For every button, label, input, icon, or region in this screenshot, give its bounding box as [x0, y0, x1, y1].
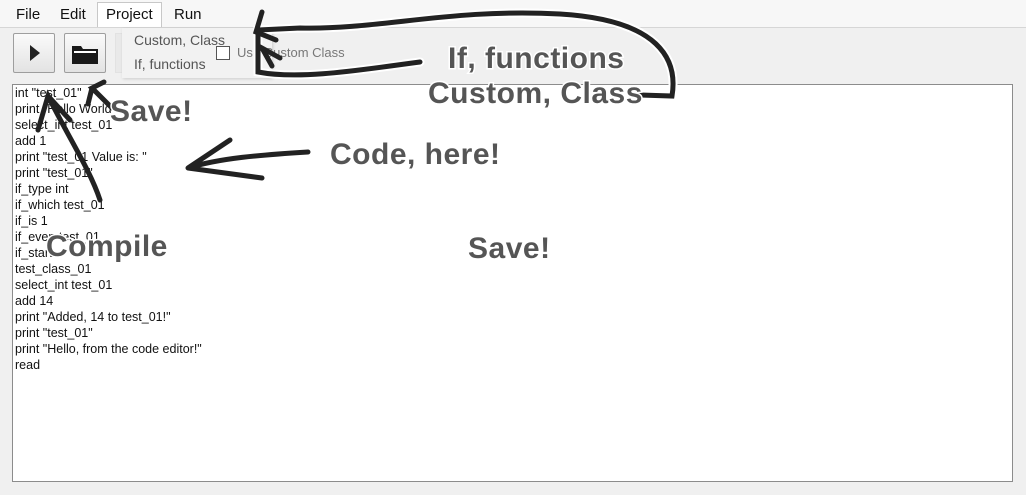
menu-edit[interactable]: Edit	[52, 2, 94, 28]
code-line: print "Hello, from the code editor!"	[15, 342, 202, 356]
code-line: int "test_01"	[15, 86, 82, 100]
use-custom-class-checkbox[interactable]	[216, 46, 230, 60]
dropdown-item-custom-class[interactable]: Custom, Class	[134, 32, 225, 48]
code-line: test_class_01	[15, 262, 92, 276]
code-line: if_even test_01	[15, 230, 100, 244]
code-line: if_is 1	[15, 214, 48, 228]
code-line: if_type int	[15, 182, 69, 196]
code-editor[interactable]: int "test_01"print "Hello World" select_i…	[12, 84, 1013, 482]
play-icon	[30, 45, 40, 61]
checkbox-label: Use Custom Class	[237, 45, 345, 60]
folder-icon	[72, 46, 98, 64]
code-line: print "Added, 14 to test_01!"	[15, 310, 171, 324]
menu-file[interactable]: File	[8, 2, 48, 28]
dropdown-item-if-functions[interactable]: If, functions	[134, 56, 206, 72]
code-line: print "test_01 Value is: "	[15, 150, 147, 164]
run-button[interactable]	[13, 33, 55, 73]
code-line: add 1	[15, 134, 47, 148]
code-line: print "test_01"	[15, 326, 93, 340]
menu-run[interactable]: Run	[166, 2, 210, 28]
code-line: print "Hello World"	[15, 102, 117, 116]
menu-project[interactable]: Project	[97, 2, 162, 28]
open-save-button[interactable]	[64, 33, 106, 73]
code-line: select_int test_01	[15, 278, 113, 292]
code-line: select_int test_01	[15, 118, 113, 132]
code-line: read	[15, 358, 41, 372]
toolbar: Custom, Class If, functions Use Custom C…	[0, 28, 1026, 83]
code-line: if_start	[15, 246, 53, 260]
code-line: if_which test_01	[15, 198, 105, 212]
code-line: print "test_01"	[15, 166, 93, 180]
menu-bar: File Edit Project Run	[0, 0, 1026, 28]
code-line: add 14	[15, 294, 54, 308]
